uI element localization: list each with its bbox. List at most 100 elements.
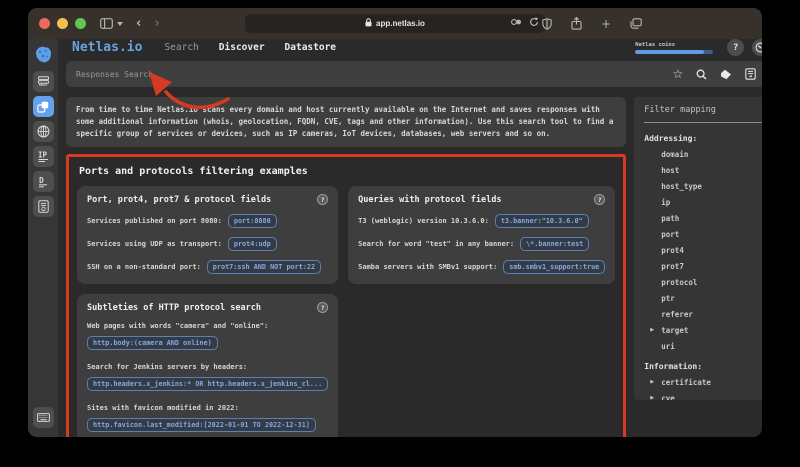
- export-document-icon[interactable]: [745, 68, 757, 80]
- address-bar[interactable]: app.netlas.io: [245, 14, 545, 33]
- examples-section: Ports and protocols filtering examples P…: [66, 154, 627, 437]
- card-title: Port, prot4, prot7 & protocol fields: [87, 194, 272, 205]
- filter-item-host[interactable]: host: [644, 166, 762, 175]
- main-nav: Search Discover Datastore: [164, 42, 336, 53]
- close-window-button[interactable]: [39, 18, 50, 29]
- query-chip[interactable]: prot7:ssh AND NOT port:22: [206, 260, 322, 274]
- example-label: Samba servers with SMBv1 support:: [358, 263, 498, 271]
- expand-arrow-icon[interactable]: ▶: [650, 395, 654, 400]
- svg-text:D: D: [39, 176, 44, 185]
- filter-item-prot7[interactable]: prot7: [644, 262, 762, 271]
- search-intro-text: From time to time Netlas.io scans every …: [66, 97, 627, 147]
- filter-group-label: Information:: [644, 362, 703, 371]
- rail-domains-button[interactable]: D: [32, 171, 54, 192]
- example-row: Samba servers with SMBv1 support: smb.smb…: [358, 260, 606, 274]
- filter-item-port[interactable]: port: [644, 230, 762, 239]
- rail-host-button[interactable]: host: [32, 71, 54, 92]
- forward-button[interactable]: ›: [154, 16, 159, 31]
- rail-ip-whois-button[interactable]: IP: [32, 146, 54, 167]
- help-button[interactable]: ?: [727, 39, 745, 56]
- query-chip[interactable]: prot4:udp: [227, 237, 277, 251]
- filter-item-cve[interactable]: ▶ cve: [644, 394, 762, 400]
- query-chip[interactable]: smb.smbv1_support:true: [503, 260, 606, 274]
- example-card-2: Queries with protocol fields? T3 (weblogi…: [348, 186, 616, 284]
- reload-icon[interactable]: [529, 17, 539, 29]
- example-label: Sites with favicon modified in 2022:: [87, 404, 239, 412]
- example-row: SSH on a non-standard port: prot7:ssh AND…: [87, 260, 328, 274]
- query-chip[interactable]: port:8080: [227, 214, 277, 228]
- search-input[interactable]: [76, 69, 660, 79]
- url-text: app.netlas.io: [376, 19, 425, 28]
- zoom-window-button[interactable]: [75, 18, 86, 29]
- coins-label: Netlas coins: [635, 41, 676, 48]
- back-button[interactable]: ‹: [136, 16, 141, 31]
- example-card-3: Subtleties of HTTP protocol search? Web p…: [77, 294, 339, 437]
- query-chip[interactable]: \*.banner:test: [520, 237, 590, 251]
- filter-item-certificate[interactable]: ▶ certificate: [644, 378, 762, 387]
- filter-item-domain[interactable]: domain: [644, 150, 762, 159]
- shortcuts-keyboard-button[interactable]: [32, 407, 54, 428]
- rail-globe-button[interactable]: [32, 121, 54, 142]
- card-help-icon[interactable]: ?: [317, 194, 329, 205]
- example-label: Search for Jenkins servers by headers:: [87, 363, 248, 371]
- sidebar-toggle-icon[interactable]: [100, 18, 113, 29]
- browser-window: ‹ › app.netlas.io + host IP D Netlas.io …: [28, 8, 762, 437]
- nav-item-search[interactable]: Search: [164, 42, 198, 53]
- tab-overview-icon[interactable]: [630, 18, 642, 29]
- browser-toolbar: ‹ › app.netlas.io +: [28, 8, 762, 39]
- share-icon[interactable]: [571, 17, 582, 30]
- query-chip[interactable]: t3.banner:"10.3.6.0": [494, 214, 589, 228]
- nav-item-discover[interactable]: Discover: [219, 42, 265, 53]
- query-chip[interactable]: http.favicon.last_modified:[2022-01-01 T…: [87, 418, 316, 432]
- filter-item-ip[interactable]: ip: [644, 198, 762, 207]
- expand-arrow-icon[interactable]: ▶: [650, 327, 654, 333]
- privacy-shield-icon[interactable]: [542, 17, 552, 30]
- example-row: Services published on port 8080: port:808…: [87, 214, 328, 228]
- filter-item-ptr[interactable]: ptr: [644, 294, 762, 303]
- app-header: Netlas.io Search Discover Datastore Netlas…: [58, 39, 762, 56]
- new-tab-icon[interactable]: +: [601, 17, 611, 31]
- screenshot-stage: ‹ › app.netlas.io + host IP D Netlas.io …: [0, 0, 800, 467]
- query-chip[interactable]: http.body:(camera AND online): [87, 336, 218, 350]
- filter-item-path[interactable]: path: [644, 214, 762, 223]
- example-row: Search for word "test" in any banner: \*.…: [358, 237, 605, 251]
- example-row: T3 (weblogic) version 10.3.6.0: t3.banner…: [358, 214, 605, 228]
- example-label: Web pages with words "camera" and "onlin…: [87, 322, 269, 330]
- usage-gauge-button[interactable]: [752, 39, 762, 56]
- netlas-logo-icon[interactable]: [34, 46, 52, 63]
- example-label: T3 (weblogic) version 10.3.6.0:: [358, 217, 489, 225]
- rail-host-label: host: [38, 82, 48, 87]
- netlas-coins-meter: Netlas coins: [635, 41, 714, 54]
- filter-item-host_type[interactable]: host_type: [644, 182, 762, 191]
- example-label: SSH on a non-standard port:: [87, 263, 201, 271]
- filter-item-uri[interactable]: uri: [644, 342, 762, 351]
- examples-section-title: Ports and protocols filtering examples: [79, 166, 308, 177]
- svg-text:IP: IP: [38, 151, 48, 160]
- filter-item-referer[interactable]: referer: [644, 310, 762, 319]
- filter-item-prot4[interactable]: prot4: [644, 246, 762, 255]
- netlas-logo-text[interactable]: Netlas.io: [72, 40, 142, 55]
- example-row: Services using UDP as transport: prot4:ud…: [87, 237, 328, 251]
- traffic-lights: [39, 18, 86, 29]
- nav-item-datastore[interactable]: Datastore: [285, 42, 336, 53]
- sidebar-chevron-icon[interactable]: [117, 21, 123, 26]
- filter-item-target[interactable]: ▶ target: [644, 326, 762, 335]
- card-help-icon[interactable]: ?: [317, 302, 329, 313]
- rail-responses-button[interactable]: [32, 96, 54, 117]
- card-help-icon[interactable]: ?: [594, 194, 606, 205]
- tags-icon[interactable]: [720, 69, 732, 80]
- favorite-star-icon[interactable]: ☆: [673, 68, 684, 80]
- search-magnifier-icon[interactable]: [696, 69, 707, 80]
- filter-item-protocol[interactable]: protocol: [644, 278, 762, 287]
- card-title: Queries with protocol fields: [358, 194, 502, 205]
- example-cards: Port, prot4, prot7 & protocol fields? Ser…: [77, 186, 616, 437]
- expand-arrow-icon[interactable]: ▶: [650, 379, 654, 385]
- responses-search-bar[interactable]: ☆: [66, 61, 762, 87]
- minimize-window-button[interactable]: [57, 18, 68, 29]
- extensions-icon[interactable]: [511, 18, 522, 28]
- rail-certificates-button[interactable]: [32, 196, 54, 217]
- query-chip[interactable]: http.headers.x_jenkins:* OR http.headers…: [87, 377, 329, 391]
- example-label: Services using UDP as transport:: [87, 240, 222, 248]
- lock-icon: [365, 18, 372, 29]
- card-title: Subtleties of HTTP protocol search: [87, 302, 261, 313]
